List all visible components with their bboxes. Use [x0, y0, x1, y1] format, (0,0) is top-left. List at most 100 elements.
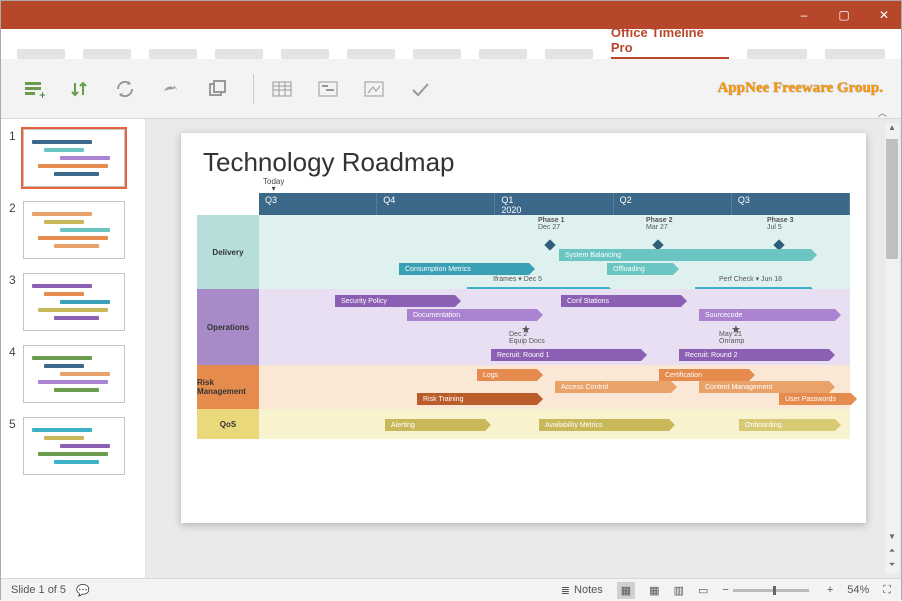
timeline-quarter-cell: Q4: [377, 193, 495, 215]
thumbnail-image[interactable]: [23, 129, 125, 187]
ribbon-tab-placeholder[interactable]: [413, 49, 461, 59]
ribbon-tab-placeholder[interactable]: [545, 49, 593, 59]
thumbnail-image[interactable]: [23, 345, 125, 403]
table-view-button[interactable]: [268, 75, 296, 103]
normal-view-button[interactable]: ▦: [617, 582, 635, 599]
thumbnail-1[interactable]: 1: [9, 129, 137, 187]
ribbon-tab-placeholder[interactable]: [747, 49, 807, 59]
swimlane-operations: OperationsSecurity PolicyConf StationsDo…: [197, 289, 850, 365]
window-close-button[interactable]: ✕: [873, 4, 895, 26]
ribbon-tab-placeholder[interactable]: [479, 49, 527, 59]
task-bar[interactable]: Alerting: [385, 419, 485, 431]
task-annotation: Dec 2Equip Docs: [509, 331, 545, 345]
timeline-quarter-cell: Q12020: [495, 193, 613, 215]
reading-view-button[interactable]: ▥: [674, 584, 684, 597]
ribbon-tab-placeholder[interactable]: [281, 49, 329, 59]
thumbnail-image[interactable]: [23, 417, 125, 475]
slideshow-button[interactable]: ▭: [698, 584, 708, 597]
ribbon-toolbar: + AppNee Freeware Group. ︿: [1, 59, 901, 119]
template-button[interactable]: [314, 75, 342, 103]
ribbon-tab-placeholder[interactable]: [347, 49, 395, 59]
titlebar: – ▢ ✕: [1, 1, 901, 29]
zoom-slider[interactable]: [733, 589, 809, 592]
zoom-in-button[interactable]: +: [827, 584, 833, 596]
ribbon-tab-placeholder[interactable]: [149, 49, 197, 59]
swimlane-body: Phase 1Dec 27Phase 2Mar 27Phase 3Jul 5Sy…: [259, 215, 850, 289]
swimlane-body: Alerting Availability Metrics Onboarding: [259, 409, 850, 439]
thumbnail-number: 2: [9, 201, 23, 215]
task-annotation: Perf Check ▾ Jun 18: [719, 275, 782, 283]
comments-icon[interactable]: 💬: [76, 584, 90, 597]
timeline-quarter-cell: Q3: [732, 193, 850, 215]
task-bar[interactable]: Availability Metrics: [539, 419, 669, 431]
task-bar[interactable]: User Passwords: [779, 393, 851, 405]
task-bar[interactable]: Consumption Metrics: [399, 263, 529, 275]
today-marker: Today: [263, 177, 284, 192]
task-bar[interactable]: Sourcecode: [699, 309, 835, 321]
ribbon-tab-placeholder[interactable]: [215, 49, 263, 59]
notes-button[interactable]: ≣ Notes: [561, 584, 603, 597]
fit-window-button[interactable]: ⛶: [883, 584, 891, 597]
task-bar[interactable]: Security Policy: [335, 295, 455, 307]
thumbnail-image[interactable]: [23, 273, 125, 331]
prev-slide-icon[interactable]: ⏶: [885, 546, 899, 560]
task-bar[interactable]: Recruit: Round 1: [491, 349, 641, 361]
ribbon-tab-placeholder[interactable]: [83, 49, 131, 59]
notes-label: Notes: [574, 584, 603, 596]
task-bar[interactable]: System Balancing: [559, 249, 811, 261]
task-bar[interactable]: Content Management: [699, 381, 829, 393]
share-button[interactable]: [157, 75, 185, 103]
zoom-percent-label[interactable]: 54%: [847, 584, 869, 596]
slide-canvas-area: Technology Roadmap TodayQ3Q4Q12020Q2Q3De…: [146, 119, 901, 578]
copy-slide-button[interactable]: [203, 75, 231, 103]
timeline-quarter-cell: Q2: [614, 193, 732, 215]
phase-label: Phase 2Mar 27: [646, 217, 672, 231]
task-bar[interactable]: Onboarding: [739, 419, 835, 431]
sort-button[interactable]: [65, 75, 93, 103]
scroll-down-icon[interactable]: ▼: [885, 532, 899, 546]
next-slide-icon[interactable]: ⏷: [885, 560, 899, 574]
collapse-ribbon-icon[interactable]: ︿: [878, 106, 887, 119]
ribbon-tab-office-timeline-pro[interactable]: Office Timeline Pro: [611, 25, 729, 59]
watermark-brand: AppNee Freeware Group.: [718, 80, 883, 97]
swimlane-body: Security Policy Conf Stations Documentatio…: [259, 289, 850, 365]
task-bar[interactable]: Documentation: [407, 309, 537, 321]
task-bar[interactable]: Conf Stations: [561, 295, 681, 307]
zoom-slider-knob[interactable]: [773, 586, 776, 595]
thumbnail-number: 4: [9, 345, 23, 359]
zoom-out-button[interactable]: −: [722, 584, 728, 596]
thumbnail-5[interactable]: 5: [9, 417, 137, 475]
task-bar[interactable]: Logs: [477, 369, 537, 381]
swimlane-label: Delivery: [197, 215, 259, 289]
task-bar[interactable]: Certification: [659, 369, 749, 381]
ribbon-tab-placeholder[interactable]: [17, 49, 65, 59]
style-button[interactable]: [360, 75, 388, 103]
task-bar[interactable]: Risk Training: [417, 393, 537, 405]
task-bar[interactable]: Offloading: [607, 263, 673, 275]
window-minimize-button[interactable]: –: [793, 4, 815, 26]
thumbnail-number: 3: [9, 273, 23, 287]
thumbnail-3[interactable]: 3: [9, 273, 137, 331]
task-bar[interactable]: Recruit: Round 2: [679, 349, 829, 361]
thumbnail-image[interactable]: [23, 201, 125, 259]
phase-label: Phase 1Dec 27: [538, 217, 564, 231]
swimlane-delivery: DeliveryPhase 1Dec 27Phase 2Mar 27Phase …: [197, 215, 850, 289]
task-bar[interactable]: Access Control: [555, 381, 671, 393]
sorter-view-button[interactable]: ▦: [649, 584, 659, 597]
thumbnail-2[interactable]: 2: [9, 201, 137, 259]
scroll-handle[interactable]: [886, 139, 898, 259]
vertical-scrollbar[interactable]: ▲ ▼ ⏶ ⏷: [885, 123, 899, 574]
ribbon-tab-placeholder[interactable]: [825, 49, 885, 59]
new-timeline-button[interactable]: +: [19, 75, 47, 103]
swimlane-risk-management: Risk ManagementLogsCertificationAccess C…: [197, 365, 850, 409]
timeline-quarter-cell: Q3: [259, 193, 377, 215]
accept-button[interactable]: [406, 75, 434, 103]
slide-title: Technology Roadmap: [203, 147, 455, 178]
scroll-up-icon[interactable]: ▲: [885, 123, 899, 137]
ribbon-tab-row: Office Timeline Pro: [1, 29, 901, 59]
workspace: 12345 Technology Roadmap TodayQ3Q4Q12020…: [1, 119, 901, 578]
window-maximize-button[interactable]: ▢: [833, 4, 855, 26]
sync-button[interactable]: [111, 75, 139, 103]
thumbnail-4[interactable]: 4: [9, 345, 137, 403]
slide[interactable]: Technology Roadmap TodayQ3Q4Q12020Q2Q3De…: [181, 133, 866, 523]
